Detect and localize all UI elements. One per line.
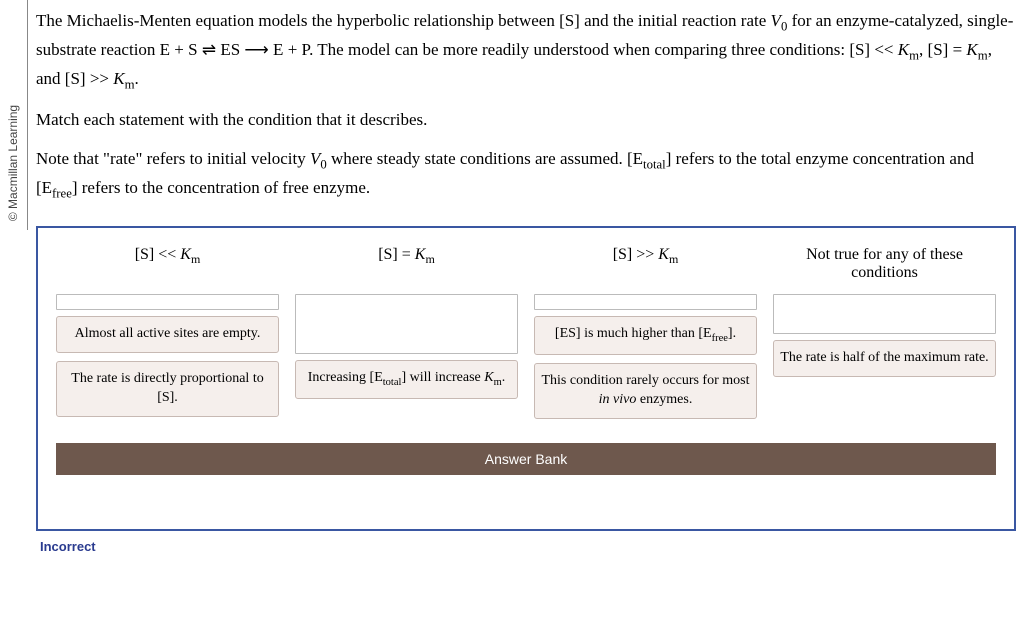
text: ] will increase bbox=[401, 370, 484, 385]
drop-slot[interactable] bbox=[295, 294, 518, 354]
k-symbol: K bbox=[658, 246, 669, 263]
text: ] refers to the concentration of free en… bbox=[72, 178, 370, 197]
k-symbol: K bbox=[180, 246, 191, 263]
k-symbol: K bbox=[898, 40, 909, 59]
text: [ES] is much higher than [E bbox=[555, 326, 712, 341]
efree-sub: free bbox=[52, 186, 72, 200]
column-s-much-greater-km[interactable]: [S] >> Km [ES] is much higher than [Efre… bbox=[534, 246, 757, 427]
main-content: The Michaelis-Menten equation models the… bbox=[36, 8, 1016, 554]
column-not-true[interactable]: Not true for any of these conditions The… bbox=[773, 246, 996, 385]
text: [S] << bbox=[135, 246, 181, 263]
drop-slot[interactable] bbox=[773, 294, 996, 334]
column-header: Not true for any of these conditions bbox=[773, 246, 996, 286]
text: The Michaelis-Menten equation models the… bbox=[36, 11, 771, 30]
km-sub: m bbox=[669, 252, 678, 266]
answer-bank-header: Answer Bank bbox=[56, 443, 996, 475]
text: , [S] = bbox=[919, 40, 966, 59]
text: . bbox=[135, 69, 139, 88]
km-sub: m bbox=[494, 377, 502, 388]
card-rate-half-max[interactable]: The rate is half of the maximum rate. bbox=[773, 340, 996, 377]
exercise-container: [S] << Km Almost all active sites are em… bbox=[36, 226, 1016, 531]
text: where steady state conditions are assume… bbox=[327, 149, 643, 168]
efree-sub: free bbox=[712, 333, 728, 344]
drop-columns: [S] << Km Almost all active sites are em… bbox=[56, 246, 996, 427]
km-sub: m bbox=[191, 252, 200, 266]
drop-slot[interactable] bbox=[56, 294, 279, 310]
text: [S] >> bbox=[613, 246, 659, 263]
intro-paragraph-3: Note that "rate" refers to initial veloc… bbox=[36, 146, 1016, 204]
column-header: [S] << Km bbox=[56, 246, 279, 286]
v-symbol: V bbox=[310, 149, 320, 168]
etotal-sub: total bbox=[383, 377, 402, 388]
k-symbol: K bbox=[484, 370, 493, 385]
column-s-equals-km[interactable]: [S] = Km Increasing [Etotal] will increa… bbox=[295, 246, 518, 407]
km-sub: m bbox=[125, 78, 135, 92]
branding-sidebar: © Macmillan Learning bbox=[0, 0, 28, 230]
text: . bbox=[502, 370, 506, 385]
km-sub: m bbox=[978, 49, 988, 63]
text: Note that "rate" refers to initial veloc… bbox=[36, 149, 310, 168]
km-sub: m bbox=[909, 49, 919, 63]
column-header: [S] = Km bbox=[295, 246, 518, 286]
in-vivo: in vivo bbox=[599, 392, 637, 407]
status-incorrect: Incorrect bbox=[40, 539, 1016, 554]
drop-slot[interactable] bbox=[534, 294, 757, 310]
card-es-higher-efree[interactable]: [ES] is much higher than [Efree]. bbox=[534, 316, 757, 355]
v-symbol: V bbox=[771, 11, 781, 30]
text: Increasing [E bbox=[308, 370, 383, 385]
text: [S] = bbox=[378, 246, 415, 263]
answer-bank-body[interactable] bbox=[56, 475, 996, 523]
text: enzymes. bbox=[636, 392, 692, 407]
k-symbol: K bbox=[113, 69, 124, 88]
etotal-sub: total bbox=[643, 157, 666, 171]
text: ]. bbox=[728, 326, 736, 341]
column-s-much-less-km[interactable]: [S] << Km Almost all active sites are em… bbox=[56, 246, 279, 425]
card-rarely-in-vivo[interactable]: This condition rarely occurs for most in… bbox=[534, 363, 757, 419]
intro-paragraph-2: Match each statement with the condition … bbox=[36, 107, 1016, 133]
text: This condition rarely occurs for most bbox=[541, 373, 749, 388]
km-sub: m bbox=[425, 252, 434, 266]
card-rate-proportional[interactable]: The rate is directly proportional to [S]… bbox=[56, 361, 279, 417]
k-symbol: K bbox=[966, 40, 977, 59]
card-increasing-etotal[interactable]: Increasing [Etotal] will increase Km. bbox=[295, 360, 518, 399]
k-symbol: K bbox=[415, 246, 426, 263]
column-header: [S] >> Km bbox=[534, 246, 757, 286]
card-active-sites-empty[interactable]: Almost all active sites are empty. bbox=[56, 316, 279, 353]
intro-paragraph-1: The Michaelis-Menten equation models the… bbox=[36, 8, 1016, 95]
branding-label: © Macmillan Learning bbox=[7, 105, 21, 221]
